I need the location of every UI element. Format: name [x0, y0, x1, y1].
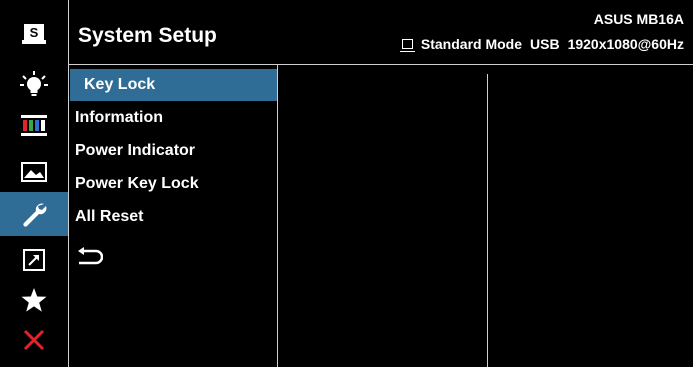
wrench-icon: [23, 203, 47, 227]
sidebar-item-color[interactable]: [0, 104, 68, 148]
menu-item-information[interactable]: Information: [69, 102, 277, 134]
bulb-icon: [20, 71, 48, 96]
sidebar-item-my-favorite[interactable]: [0, 278, 68, 322]
menu-item-label: Power Indicator: [75, 142, 196, 159]
page-title: System Setup: [78, 24, 217, 47]
monitor-icon: [399, 39, 415, 52]
column-divider: [487, 74, 488, 367]
sidebar-item-image[interactable]: [0, 150, 68, 194]
close-icon: [23, 329, 45, 351]
submenu: Key Lock Information Power Indicator Pow…: [69, 65, 278, 367]
sidebar-item-system-setup[interactable]: [0, 192, 68, 236]
model-name: ASUS MB16A: [593, 11, 684, 27]
menu-item-label: Information: [75, 109, 163, 126]
splendid-label: S: [30, 25, 39, 40]
resolution-label: 1920x1080@60Hz: [567, 36, 684, 52]
sidebar: S: [0, 0, 69, 367]
mode-label: Standard Mode: [420, 36, 523, 52]
status-bar: Standard Mode USB 1920x1080@60Hz: [399, 36, 684, 52]
menu-item-power-indicator[interactable]: Power Indicator: [69, 135, 277, 167]
menu-item-label: Key Lock: [84, 76, 156, 93]
menu-item-label: All Reset: [75, 208, 144, 225]
menu-item-return[interactable]: [69, 241, 277, 273]
menu-item-power-key-lock[interactable]: Power Key Lock: [69, 168, 277, 200]
image-icon: [21, 162, 47, 182]
shortcut-arrow-icon: [23, 249, 45, 271]
menu-item-label: Power Key Lock: [75, 175, 199, 192]
menu-item-key-lock[interactable]: Key Lock: [70, 69, 277, 101]
sidebar-item-blue-light-filter[interactable]: [0, 62, 68, 106]
sidebar-item-shortcut[interactable]: [0, 238, 68, 282]
color-bars-icon: [21, 115, 47, 136]
return-icon: [78, 247, 103, 265]
menu-item-all-reset[interactable]: All Reset: [69, 201, 277, 233]
sidebar-item-splendid[interactable]: S: [0, 12, 68, 56]
osd-menu: S System Setup ASUS MB16A Standard Mode …: [0, 0, 693, 367]
input-label: USB: [530, 36, 560, 52]
header: System Setup ASUS MB16A Standard Mode US…: [69, 0, 693, 65]
splendid-icon: S: [22, 24, 46, 44]
star-icon: [21, 288, 47, 312]
sidebar-item-exit[interactable]: [0, 318, 68, 362]
